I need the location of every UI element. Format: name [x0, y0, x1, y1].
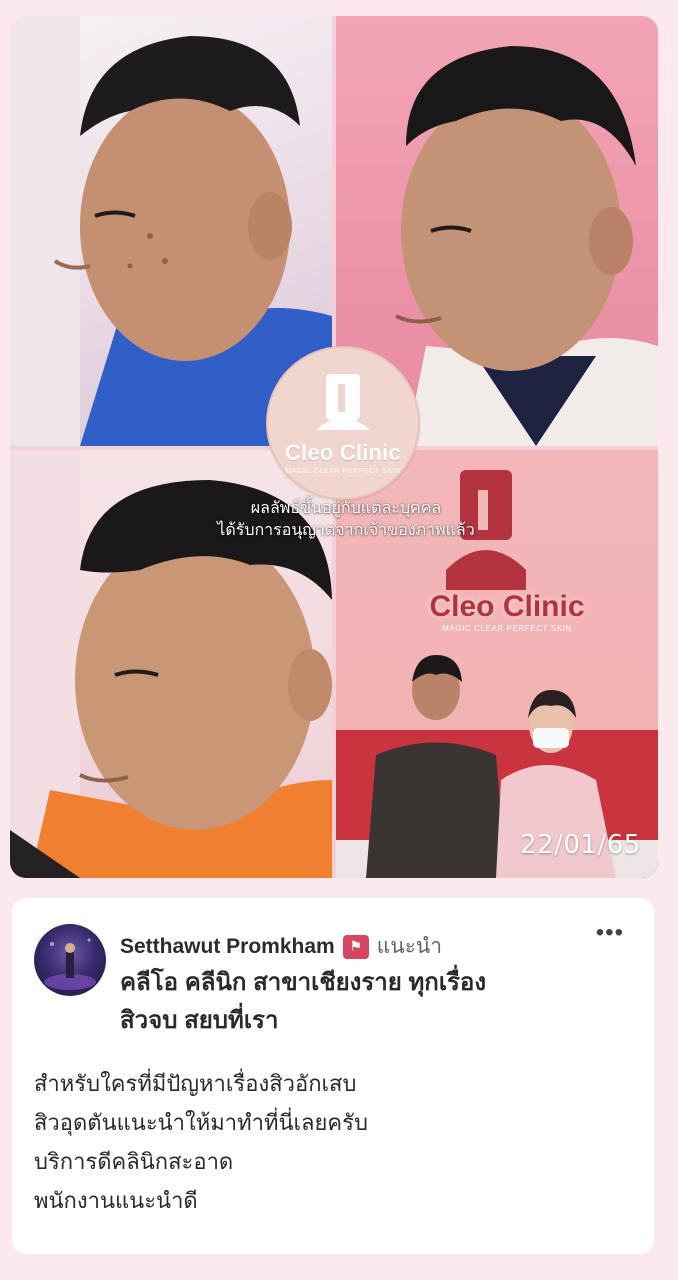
logo-brand-name: Cleo Clinic [285, 440, 401, 465]
author-name[interactable]: Setthawut Promkham [120, 935, 335, 959]
page-name-line: คลีโอ คลีนิก สาขาเชียงราย ทุกเรื่อง [120, 969, 487, 996]
clinic-logo-icon [316, 374, 370, 430]
review-card: Setthawut Promkham ⚑ แนะนำ ••• คลีโอ คลี… [12, 898, 654, 1254]
avatar-image [44, 938, 96, 990]
recommend-label: แนะนำ [376, 935, 443, 958]
review-header: Setthawut Promkham ⚑ แนะนำ [120, 930, 442, 963]
wall-sign-tagline: MAGIC CLEAR PERFECT SKIN [442, 624, 572, 633]
avatar[interactable] [34, 924, 106, 996]
page-name[interactable]: คลีโอ คลีนิก สาขาเชียงราย ทุกเรื่อง สิวจ… [120, 964, 600, 1040]
date-stamp: 22/01/65 [520, 830, 641, 860]
review-line: สำหรับใครที่มีปัญหาเรื่องสิวอักเสบ [34, 1071, 357, 1096]
disclaimer-line: ได้รับการอนุญาตจากเจ้าของภาพแล้ว [217, 522, 475, 539]
cleo-clinic-logo-badge: Cleo Clinic MAGIC CLEAR PERFECT SKIN [266, 346, 420, 500]
review-line: สิวอุดตันแนะนำให้มาทำที่นี่เลยครับ [34, 1110, 368, 1135]
logo-tagline: MAGIC CLEAR PERFECT SKIN [285, 468, 401, 475]
disclaimer-line: ผลลัพธ์ขึ้นอยู่กับแต่ละบุคคล [250, 500, 442, 517]
review-line: บริการดีคลินิกสะอาด [34, 1149, 234, 1174]
review-line: พนักงานแนะนำดี [34, 1188, 198, 1213]
page-name-line: สิวจบ สยบที่เรา [120, 1007, 279, 1034]
review-body: สำหรับใครที่มีปัญหาเรื่องสิวอักเสบ สิวอุ… [34, 1064, 634, 1220]
wall-sign-brand: Cleo Clinic [429, 590, 585, 623]
more-options-icon[interactable]: ••• [596, 921, 624, 945]
disclaimer-text: ผลลัพธ์ขึ้นอยู่กับแต่ละบุคคล ได้รับการอน… [186, 498, 506, 542]
wall-sign: Cleo Clinic MAGIC CLEAR PERFECT SKIN [422, 590, 592, 650]
before-after-collage[interactable]: Cleo Clinic MAGIC CLEAR PERFECT SKIN Cle… [10, 16, 658, 878]
recommend-flag-icon: ⚑ [342, 934, 369, 959]
